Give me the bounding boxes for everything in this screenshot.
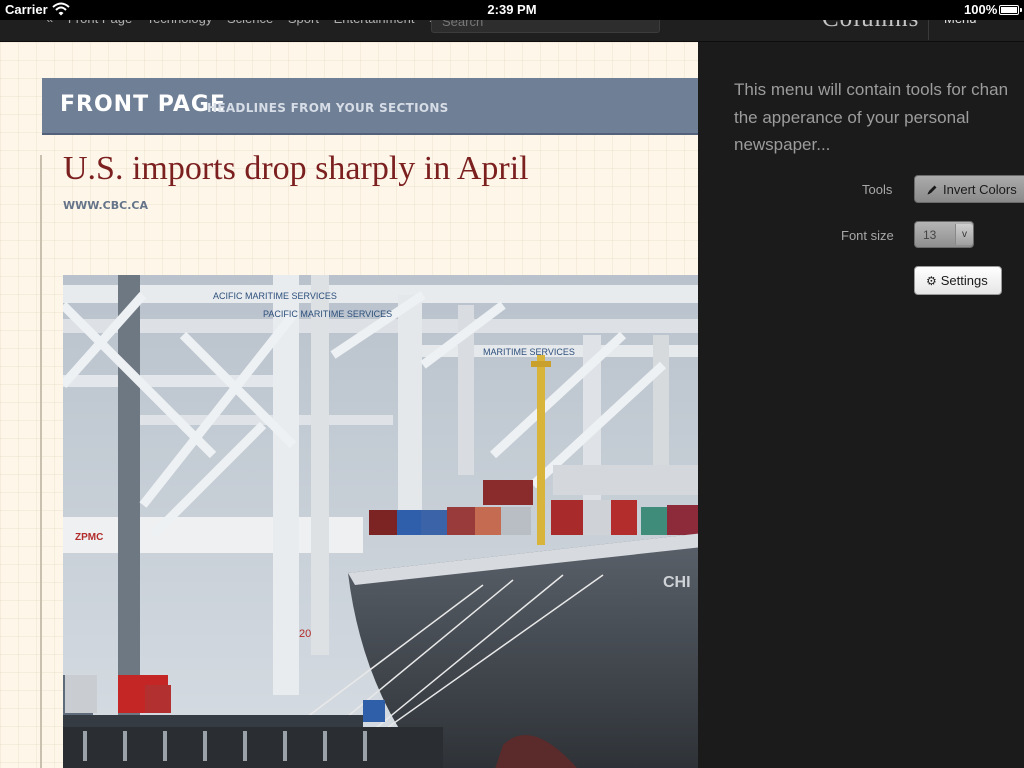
settings-label: Settings [940,273,988,288]
photo-text-4: ZPMC [75,532,103,543]
font-size-label: Font size [841,228,894,243]
section-header: FRONT PAGE HEADLINES FROM YOUR SECTIONS [42,78,698,135]
article-source[interactable]: WWW.CBC.CA [63,199,148,212]
section-title: FRONT PAGE [60,92,226,117]
photo-text-3: MARITIME SERVICES [483,347,575,357]
battery-icon [999,5,1022,15]
pencil-icon [927,185,937,195]
menu-description-line-1: This menu will contain tools for chan [734,80,1009,99]
photo-text-2: PACIFIC MARITIME SERVICES [263,309,392,319]
status-time: 2:39 PM [487,2,537,17]
photo-text-6: CHI [663,574,691,591]
menu-description-line-2: the apperance of your personal [734,107,970,127]
article-photo[interactable]: ACIFIC MARITIME SERVICES PACIFIC MARITIM… [63,275,698,768]
article-headline[interactable]: U.S. imports drop sharply in April [63,150,529,188]
tools-menu-panel: This menu will contain tools for chan th… [698,42,1024,768]
font-size-select[interactable]: 13 v [914,221,974,248]
font-size-value: 13 [923,228,937,242]
battery-percent: 100% [964,2,998,17]
newspaper-page: FRONT PAGE HEADLINES FROM YOUR SECTIONS … [0,42,698,768]
invert-colors-label: Invert Colors [943,182,1017,197]
article-photo-image: ACIFIC MARITIME SERVICES PACIFIC MARITIM… [63,275,698,768]
settings-button[interactable]: ⚙ Settings [914,266,1002,295]
section-subtitle: HEADLINES FROM YOUR SECTIONS [207,101,449,115]
menu-description: This menu will contain tools for chan th… [734,76,1024,159]
tools-label: Tools [862,182,893,197]
invert-colors-button[interactable]: Invert Colors [914,175,1024,203]
gear-icon: ⚙ [926,274,937,288]
status-bar: Carrier 2:39 PM 100% [0,0,1024,20]
photo-text-5: 20 [299,628,311,640]
photo-text-1: ACIFIC MARITIME SERVICES [213,291,337,301]
menu-description-line-3: newspaper... [734,135,831,154]
chevron-down-icon: v [955,224,973,245]
column-rule [40,155,42,768]
